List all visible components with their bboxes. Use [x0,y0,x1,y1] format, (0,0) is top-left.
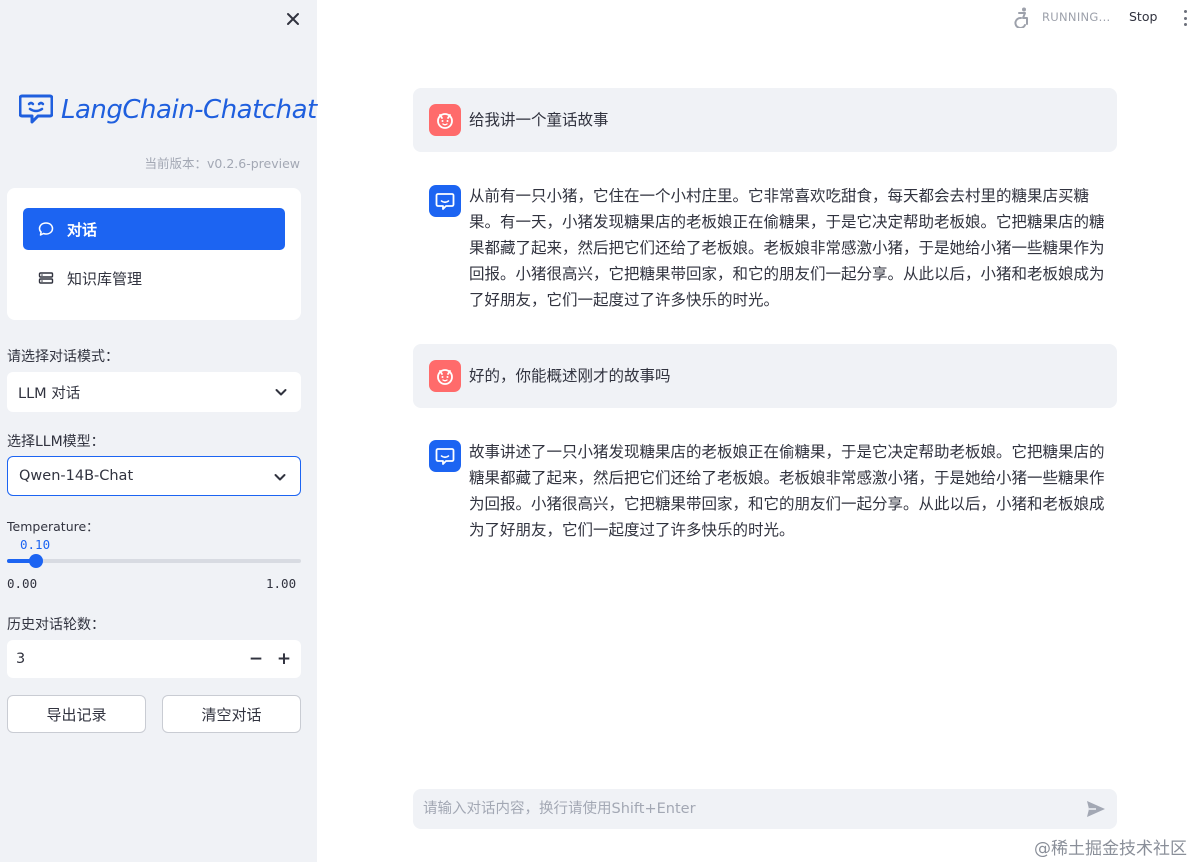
app-window: LangChain-Chatchat 当前版本：v0.2.6-preview 对… [0,0,1199,862]
mode-label: 请选择对话模式： [7,349,119,365]
export-button[interactable]: 导出记录 [7,695,146,733]
message-text: 故事讲述了一只小猪发现糖果店的老板娘正在偷糖果，于是它决定帮助老板娘。它把糖果店… [469,443,1105,539]
slider-thumb[interactable] [29,554,44,568]
nav-item-knowledge-base[interactable]: 知识库管理 [23,257,285,299]
sidebar: LangChain-Chatchat 当前版本：v0.2.6-preview 对… [0,0,317,862]
nav-menu: 对话 知识库管理 [7,188,301,320]
history-value[interactable]: 3 [16,651,25,667]
history-label: 历史对话轮数： [7,617,105,633]
temperature-slider[interactable] [7,554,301,568]
chat-bubble-icon [37,220,55,238]
running-status: RUNNING... [1042,10,1111,24]
chat-input-box [413,789,1117,829]
version-label: 当前版本：v0.2.6-preview [144,156,301,171]
slider-min-label: 0.00 [7,576,38,591]
message-text: 给我讲一个童话故事 [469,111,609,129]
database-icon [37,269,55,287]
watermark: @稀土掘金技术社区 [1034,839,1187,859]
chevron-down-icon [273,384,289,400]
status-bar: RUNNING... [1012,6,1111,29]
nav-item-label: 知识库管理 [67,269,143,288]
app-logo: LangChain-Chatchat [18,92,317,128]
assistant-avatar-icon [429,440,461,472]
temperature-value: 0.10 [20,537,51,552]
history-stepper[interactable]: 3 − + [7,640,301,678]
running-icon [1012,6,1034,29]
plus-icon[interactable]: + [272,647,296,671]
chat-message-user: 给我讲一个童话故事 [413,88,1117,152]
chat-input[interactable] [413,789,1085,829]
assistant-avatar-icon [429,185,461,217]
logo-text: LangChain-Chatchat [61,95,317,125]
message-text: 好的，你能概述刚才的故事吗 [469,367,671,385]
user-avatar-icon [429,360,461,392]
chat-message-user: 好的，你能概述刚才的故事吗 [413,344,1117,408]
model-select[interactable]: Qwen-14B-Chat [7,456,301,496]
send-icon[interactable] [1085,798,1107,820]
chevron-down-icon [272,469,288,485]
chat-message-assistant: 从前有一只小猪，它住在一个小村庄里。它非常喜欢吃甜食，每天都会去村里的糖果店买糖… [413,177,1117,317]
nav-item-chat[interactable]: 对话 [23,208,285,250]
stop-button[interactable]: Stop [1129,9,1157,24]
clear-button[interactable]: 清空对话 [162,695,301,733]
model-select-value: Qwen-14B-Chat [19,468,134,484]
more-menu-icon[interactable] [1178,8,1192,28]
mode-select-value: LLM 对话 [18,385,81,402]
message-text: 从前有一只小猪，它住在一个小村庄里。它非常喜欢吃甜食，每天都会去村里的糖果店买糖… [469,187,1105,309]
temperature-label: Temperature： [7,519,99,534]
nav-item-label: 对话 [67,220,98,239]
slider-max-label: 1.00 [266,576,297,591]
chat-message-assistant: 故事讲述了一只小猪发现糖果店的老板娘正在偷糖果，于是它决定帮助老板娘。它把糖果店… [413,434,1117,546]
model-label: 选择LLM模型： [7,434,105,450]
mode-select[interactable]: LLM 对话 [7,372,301,412]
close-icon[interactable] [282,8,304,30]
chat-logo-icon [18,92,54,128]
user-avatar-icon [429,104,461,136]
minus-icon[interactable]: − [244,647,268,671]
